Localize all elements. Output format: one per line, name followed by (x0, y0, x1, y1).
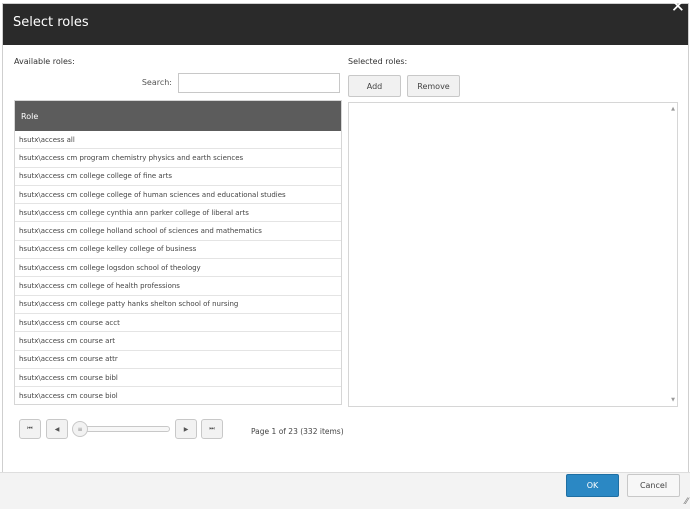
page-info: Page 1 of 23 (332 items) (251, 427, 344, 436)
table-row[interactable]: hsutx\access cm college college of human… (15, 186, 341, 205)
page-slider-track[interactable] (74, 426, 170, 432)
table-row[interactable]: hsutx\access cm course acct (15, 314, 341, 333)
table-row[interactable]: hsutx\access cm course bibl (15, 369, 341, 388)
prev-page-button[interactable]: ◀ (46, 419, 68, 439)
available-roles-grid: Role hsutx\access all hsutx\access cm pro… (14, 100, 342, 405)
table-row[interactable]: hsutx\access cm college kelley college o… (15, 241, 341, 260)
selected-roles-label: Selected roles: (348, 57, 408, 66)
last-page-button[interactable]: ⏭ (201, 419, 223, 439)
table-row[interactable]: hsutx\access cm program chemistry physic… (15, 149, 341, 168)
ok-button[interactable]: OK (566, 474, 619, 497)
grid-body: hsutx\access all hsutx\access cm program … (15, 131, 341, 404)
available-roles-label: Available roles: (14, 57, 75, 66)
table-row[interactable]: hsutx\access cm college college of fine … (15, 168, 341, 186)
table-row[interactable]: hsutx\access cm college patty hanks shel… (15, 296, 341, 314)
table-row[interactable]: hsutx\access cm college holland school o… (15, 222, 341, 241)
dialog-title: Select roles (13, 15, 89, 30)
cancel-button[interactable]: Cancel (627, 474, 680, 497)
resize-grip-icon[interactable]: ⁄⁄ (685, 497, 688, 507)
scroll-down-icon[interactable]: ▼ (671, 397, 675, 403)
close-icon[interactable]: ✕ (671, 0, 685, 16)
add-button[interactable]: Add (348, 75, 401, 97)
table-row[interactable]: hsutx\access cm course attr (15, 351, 341, 369)
table-row[interactable]: hsutx\access cm college cynthia ann park… (15, 204, 341, 223)
next-page-button[interactable]: ▶ (175, 419, 197, 439)
title-bar: Select roles ✕ (3, 0, 688, 45)
table-row[interactable]: hsutx\access cm college of health profes… (15, 277, 341, 296)
page-slider-thumb[interactable]: ≡ (72, 421, 88, 437)
scroll-up-icon[interactable]: ▲ (671, 106, 675, 112)
selected-roles-list[interactable]: ▲ ▼ (348, 102, 678, 407)
search-input[interactable] (178, 73, 340, 93)
grid-header-role[interactable]: Role (15, 101, 341, 131)
table-row[interactable]: hsutx\access cm course biol (15, 387, 341, 404)
table-row[interactable]: hsutx\access cm college logsdon school o… (15, 259, 341, 278)
search-label: Search: (141, 78, 172, 87)
table-row[interactable]: hsutx\access all (15, 131, 341, 150)
remove-button[interactable]: Remove (407, 75, 460, 97)
first-page-button[interactable]: ⏮ (19, 419, 41, 439)
table-row[interactable]: hsutx\access cm course art (15, 332, 341, 351)
